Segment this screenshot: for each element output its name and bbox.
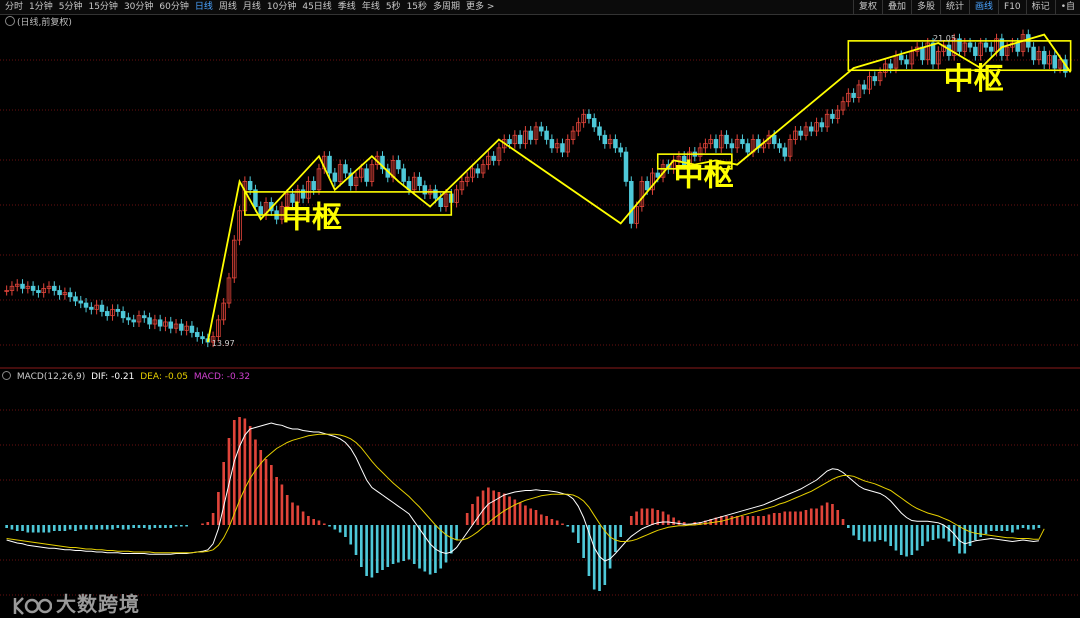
candle-body (507, 139, 512, 145)
candle-body (104, 311, 110, 317)
candle-body (544, 130, 549, 140)
candle-body (613, 139, 618, 149)
candle-body (539, 126, 544, 132)
candle-body (586, 113, 592, 119)
candle-body (258, 206, 263, 216)
candle-body (78, 300, 84, 304)
candle-body (777, 143, 782, 149)
candle-body (591, 118, 597, 128)
candle-body (740, 139, 745, 145)
candle-body (798, 130, 803, 136)
candle-body (597, 126, 602, 136)
candle-body (1041, 50, 1047, 65)
candle-body (396, 160, 401, 170)
candle-body (713, 139, 719, 149)
watermark: 大数跨境 (12, 588, 140, 617)
candle-body (967, 42, 973, 48)
candle-body (830, 113, 835, 119)
low-price-label: 13.97 (212, 339, 235, 348)
candle-body (179, 323, 184, 331)
candle-body (782, 147, 788, 157)
candle-body (618, 147, 623, 153)
candle-body (602, 134, 608, 145)
candle-body (57, 290, 62, 296)
candle-body (1052, 55, 1058, 69)
watermark-text: 大数跨境 (56, 592, 140, 616)
candle-body (327, 155, 332, 174)
candle-body (920, 46, 925, 61)
candle-body (851, 92, 856, 98)
zhongshu-annotations (206, 33, 1072, 343)
candle-body (491, 155, 496, 161)
candle-body (1031, 46, 1036, 61)
candle-body (67, 292, 73, 298)
zhongshu-label-1: 中枢 (282, 201, 342, 236)
candle-body (364, 168, 369, 182)
high-price-label: 21.05 (933, 34, 956, 43)
candle-body (52, 285, 57, 291)
candle-body (332, 172, 338, 182)
candle-body (157, 319, 163, 327)
candle-body (904, 59, 909, 65)
brand-logo-icon (13, 596, 52, 615)
candle-body (300, 189, 306, 199)
candle-body (83, 302, 89, 308)
candle-body (247, 181, 253, 191)
candle-body (401, 168, 406, 182)
candle-body (99, 304, 105, 312)
candle-body (930, 42, 936, 65)
candle-body (623, 151, 629, 182)
candle-body (809, 126, 814, 132)
candle-body (115, 308, 121, 312)
candle-body (36, 290, 41, 293)
bi-stroke-line (206, 33, 1072, 343)
candle-body (433, 189, 438, 199)
macd-histogram (5, 417, 1041, 591)
candle-body (528, 130, 533, 140)
candle-body (417, 176, 422, 187)
candle-body (983, 42, 989, 48)
candle-body (988, 46, 994, 52)
candle-body (142, 315, 147, 319)
candle-body (517, 134, 523, 145)
candle-body (89, 306, 94, 310)
candle-body (861, 84, 867, 90)
candle-body (422, 185, 428, 195)
candle-body (872, 76, 878, 82)
candle-body (888, 63, 893, 69)
zhongshu-label-3: 中枢 (944, 62, 1004, 97)
candlesticks (4, 29, 1068, 348)
candle-body (549, 139, 555, 149)
zhongshu-label-2: 中枢 (674, 159, 734, 194)
candle-body (343, 164, 348, 174)
candle-body (120, 311, 126, 319)
candle-body (189, 325, 195, 333)
candle-body (147, 317, 152, 325)
candle-body (200, 336, 205, 340)
candle-body (126, 317, 131, 321)
candle-body (729, 143, 735, 149)
candle-body (973, 46, 978, 56)
candle-body (745, 143, 750, 153)
candle-body (73, 296, 78, 302)
candle-body (168, 321, 173, 329)
candle-body (771, 134, 777, 145)
candle-body (899, 55, 904, 61)
candle-body (438, 197, 443, 207)
candle-body (194, 332, 200, 338)
chart-canvas: 13.97 21.05 中枢 中枢 中枢 (0, 29, 1080, 596)
macd-lines (6, 422, 1045, 562)
candle-body (30, 285, 36, 291)
candle-body (20, 283, 25, 289)
candle-body (560, 143, 565, 153)
candle-body (475, 168, 481, 174)
dea-line (6, 433, 1045, 554)
candle-body (1015, 42, 1020, 52)
candle-body (644, 181, 650, 191)
candle-body (131, 319, 136, 323)
candle-body (724, 134, 729, 145)
candle-body (311, 181, 316, 191)
candle-body (819, 122, 825, 128)
candle-body (629, 181, 634, 224)
